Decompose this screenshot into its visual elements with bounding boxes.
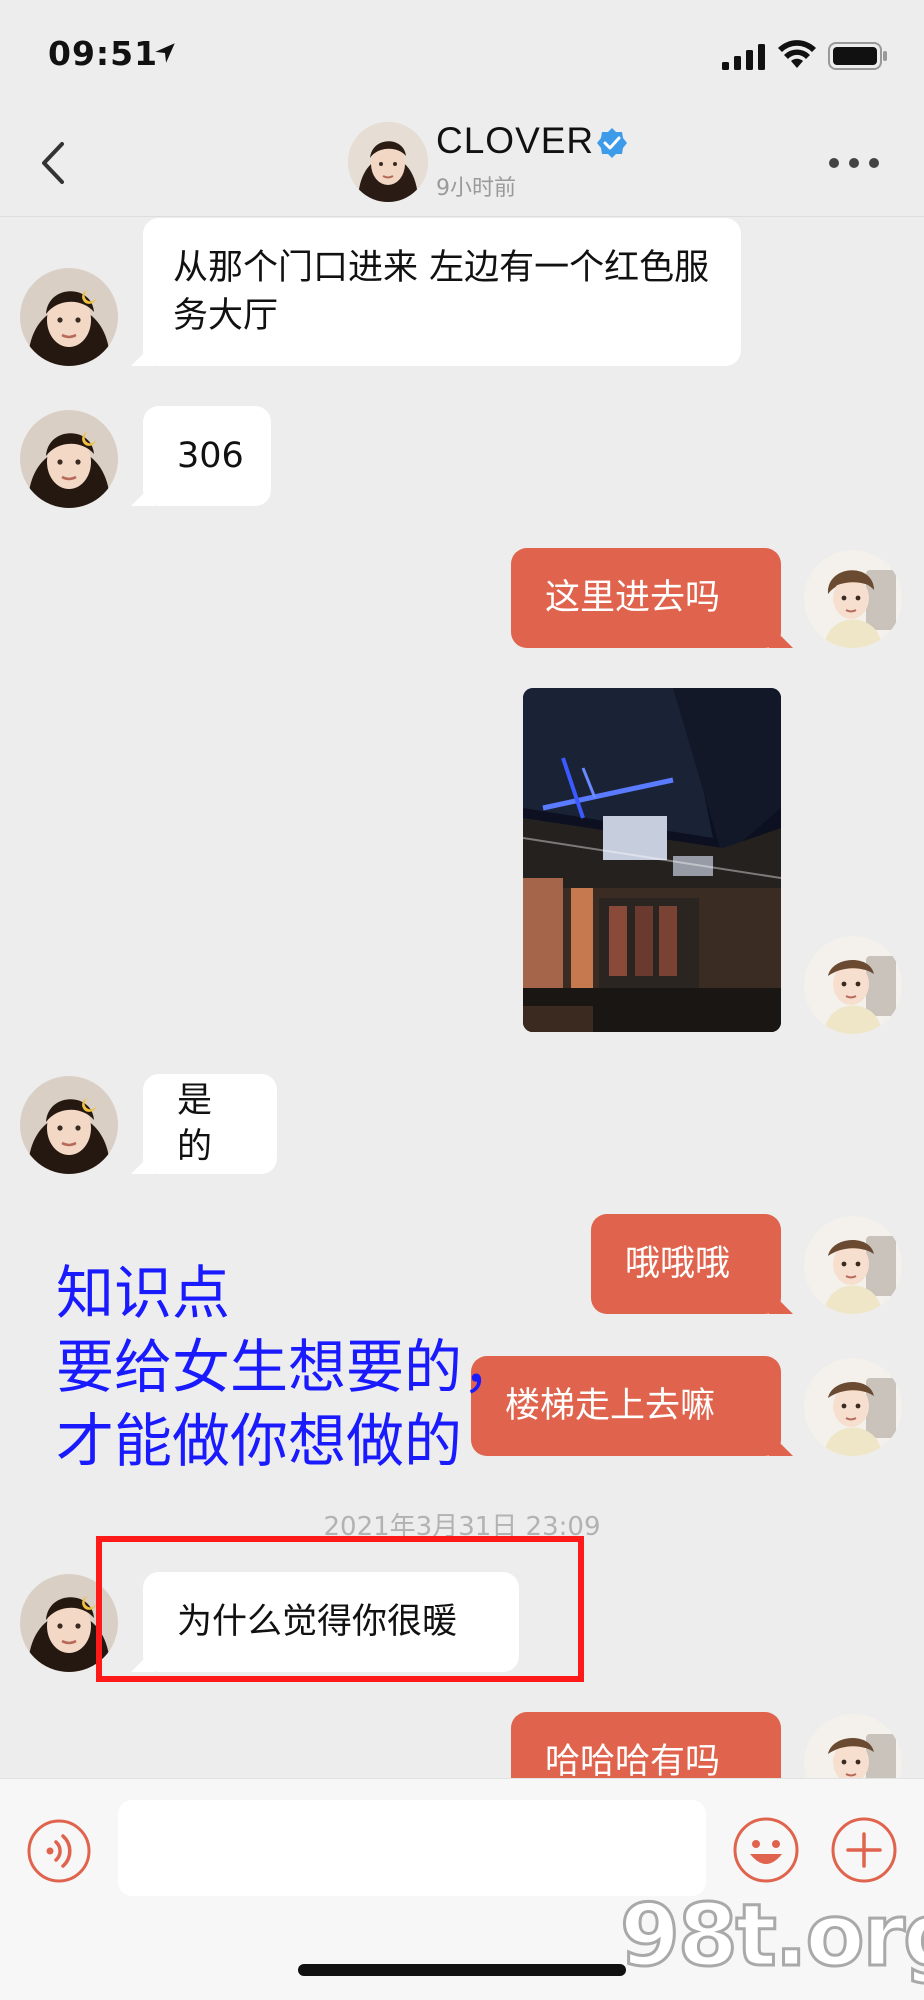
home-indicator bbox=[298, 1964, 626, 1976]
message-text: 哦哦哦 bbox=[625, 1244, 731, 1284]
message-bubble-in[interactable]: 306 bbox=[143, 406, 271, 506]
overlay-annotation: 知识点 要给女生想要的， 才能做你想做的 bbox=[56, 1259, 521, 1475]
message-text: 楼梯走上去嘛 bbox=[505, 1386, 716, 1426]
watermark: 98t.org bbox=[619, 1885, 924, 1988]
my-avatar[interactable] bbox=[804, 550, 902, 648]
wifi-icon bbox=[778, 40, 816, 68]
battery-icon bbox=[828, 42, 887, 70]
header-divider bbox=[0, 216, 924, 217]
message-text: 从那个门口进来 左边有一个红色服务大厅 bbox=[173, 248, 710, 336]
message-bubble-out[interactable]: 哦哦哦 bbox=[591, 1214, 781, 1314]
highlight-box bbox=[96, 1536, 584, 1682]
message-input[interactable] bbox=[118, 1800, 706, 1896]
status-time: 09:51 bbox=[48, 34, 159, 73]
last-active-time: 9小时前 bbox=[436, 176, 516, 201]
location-arrow-icon bbox=[155, 43, 175, 63]
my-avatar[interactable] bbox=[804, 1358, 902, 1456]
message-bubble-in[interactable]: 从那个门口进来 左边有一个红色服务大厅 bbox=[143, 218, 741, 366]
back-chevron-icon[interactable] bbox=[36, 140, 68, 186]
message-text: 这里进去吗 bbox=[545, 578, 721, 618]
emoji-icon[interactable] bbox=[732, 1816, 800, 1884]
contact-avatar[interactable] bbox=[20, 410, 118, 508]
cellular-signal-icon bbox=[722, 44, 765, 70]
verified-badge-icon bbox=[597, 128, 627, 158]
plus-icon[interactable] bbox=[830, 1816, 898, 1884]
contact-avatar[interactable] bbox=[20, 1076, 118, 1174]
my-avatar[interactable] bbox=[804, 936, 902, 1034]
message-image[interactable] bbox=[523, 688, 781, 1032]
more-dots-icon[interactable] bbox=[828, 156, 880, 170]
contact-name[interactable]: CLOVER bbox=[436, 120, 594, 162]
message-bubble-out[interactable]: 这里进去吗 bbox=[511, 548, 781, 648]
voice-icon[interactable] bbox=[26, 1818, 92, 1884]
message-bubble-in[interactable]: 是的 bbox=[143, 1074, 277, 1174]
header-avatar[interactable] bbox=[348, 122, 428, 202]
message-text: 是的 bbox=[177, 1081, 213, 1167]
contact-avatar[interactable] bbox=[20, 268, 118, 366]
my-avatar[interactable] bbox=[804, 1216, 902, 1314]
message-text: 306 bbox=[177, 436, 244, 476]
